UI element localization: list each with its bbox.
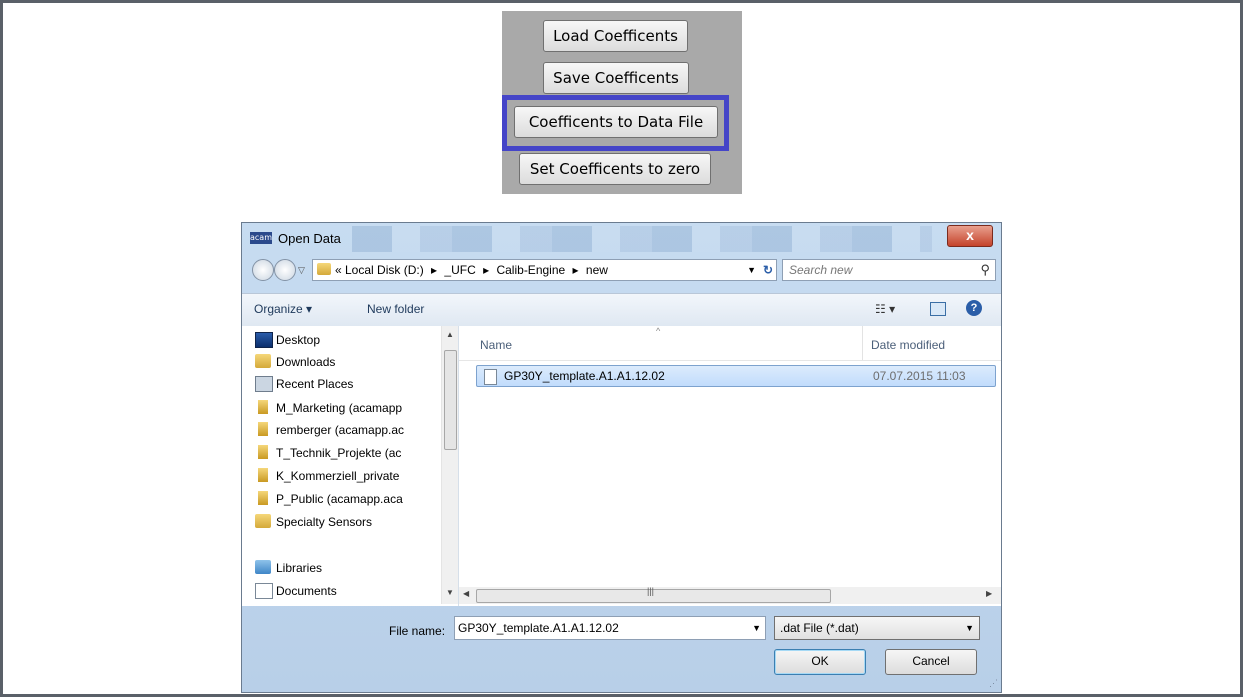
navigation-pane: Desktop Downloads Recent Places M_Market… — [242, 326, 459, 606]
nav-item-k-kommerziell[interactable]: K_Kommerziell_private — [258, 467, 400, 489]
close-button[interactable]: x — [947, 225, 993, 247]
file-type-value: .dat File (*.dat) — [780, 621, 859, 635]
breadcrumb-separator[interactable]: ▸ — [573, 263, 579, 277]
nav-item-label: Documents — [276, 584, 337, 598]
breadcrumb-separator[interactable]: ▸ — [483, 263, 489, 277]
nav-item-m-marketing[interactable]: M_Marketing (acamapp — [258, 399, 403, 421]
preview-pane-icon[interactable] — [930, 302, 946, 316]
nav-item-downloads[interactable]: Downloads — [255, 353, 336, 375]
file-type-select[interactable]: .dat File (*.dat) ▼ — [774, 616, 980, 640]
file-list-pane: ^ Name Date modified GP30Y_template.A1.A… — [459, 326, 1001, 606]
recent-locations-dropdown[interactable]: ▽ — [298, 265, 305, 276]
file-row[interactable]: GP30Y_template.A1.A1.12.02 07.07.2015 11… — [476, 365, 996, 387]
back-button[interactable] — [252, 259, 274, 281]
app-icon: acam — [250, 232, 272, 244]
scroll-thumb[interactable] — [444, 350, 457, 450]
desktop-icon — [255, 332, 273, 348]
file-name-input[interactable]: GP30Y_template.A1.A1.12.02 ▼ — [454, 616, 766, 640]
folder-icon — [317, 263, 331, 275]
nav-item-p-public[interactable]: P_Public (acamapp.aca — [258, 490, 403, 512]
scroll-left-icon[interactable]: ◀ — [463, 589, 469, 598]
scroll-right-icon[interactable]: ▶ — [986, 589, 992, 598]
file-name: GP30Y_template.A1.A1.12.02 — [504, 369, 665, 383]
recent-places-icon — [255, 376, 273, 392]
column-header-row: ^ Name Date modified — [459, 326, 1001, 361]
nav-item-label: remberger (acamapp.ac — [276, 423, 405, 437]
search-placeholder: Search new — [789, 263, 853, 277]
nav-item-label: P_Public (acamapp.aca — [276, 492, 403, 506]
save-coefficients-button[interactable]: Save Coefficents — [543, 62, 689, 94]
address-bar[interactable]: « Local Disk (D:) ▸ _UFC ▸ Calib-Engine … — [312, 259, 777, 281]
search-input[interactable]: Search new ⚲ — [782, 259, 996, 281]
dialog-title: Open Data — [278, 231, 341, 246]
set-coefficients-to-zero-button[interactable]: Set Coefficents to zero — [519, 153, 711, 185]
nav-item-label: Desktop — [276, 333, 321, 347]
nav-scrollbar[interactable]: ▲ ▼ — [441, 326, 458, 604]
scroll-up-icon[interactable]: ▲ — [446, 330, 454, 339]
network-drive-icon — [258, 491, 268, 505]
resize-grip-icon[interactable]: ⋰ — [989, 678, 998, 689]
nav-item-recent-places[interactable]: Recent Places — [255, 375, 354, 397]
network-drive-icon — [258, 445, 268, 459]
downloads-folder-icon — [255, 354, 271, 368]
nav-item-libraries[interactable]: Libraries — [255, 559, 323, 581]
documents-icon — [255, 583, 273, 599]
nav-item-remberger[interactable]: remberger (acamapp.ac — [258, 421, 405, 443]
breadcrumb-ufc[interactable]: _UFC — [444, 263, 475, 277]
nav-item-label: Downloads — [276, 355, 336, 369]
network-drive-icon — [258, 400, 268, 414]
address-dropdown-icon[interactable]: ▼ — [747, 260, 756, 280]
chevron-down-icon[interactable]: ▼ — [752, 617, 761, 639]
network-drive-icon — [258, 422, 268, 436]
load-coefficients-button[interactable]: Load Coefficents — [543, 20, 688, 52]
scroll-thumb[interactable]: ||| — [476, 586, 831, 603]
breadcrumb-new[interactable]: new — [586, 263, 608, 277]
nav-item-label: Specialty Sensors — [276, 515, 373, 529]
folder-icon — [255, 514, 271, 528]
network-drive-icon — [258, 468, 268, 482]
horizontal-scrollbar[interactable]: ◀ ||| ▶ — [459, 586, 1001, 604]
nav-item-label: Libraries — [276, 561, 323, 575]
breadcrumb: « Local Disk (D:) ▸ _UFC ▸ Calib-Engine … — [335, 260, 612, 280]
ok-button[interactable]: OK — [774, 649, 866, 675]
file-name-label: File name: — [389, 624, 446, 638]
breadcrumb-local-disk[interactable]: « Local Disk (D:) — [335, 263, 424, 277]
forward-button[interactable] — [274, 259, 296, 281]
nav-item-label: Recent Places — [276, 377, 354, 391]
new-folder-button[interactable]: New folder — [367, 302, 424, 316]
column-separator[interactable] — [862, 326, 863, 360]
nav-item-t-technik[interactable]: T_Technik_Projekte (ac — [258, 444, 402, 466]
column-header-date-modified[interactable]: Date modified — [871, 338, 945, 352]
sort-indicator-icon: ^ — [656, 326, 661, 336]
coefficients-to-data-file-button[interactable]: Coefficents to Data File — [514, 106, 718, 138]
libraries-icon — [255, 560, 271, 574]
refresh-icon[interactable]: ↻ — [763, 260, 773, 280]
file-date-modified: 07.07.2015 11:03 — [873, 369, 966, 383]
help-icon[interactable]: ? — [966, 300, 982, 316]
nav-item-specialty-sensors[interactable]: Specialty Sensors — [255, 513, 373, 535]
scroll-down-icon[interactable]: ▼ — [446, 588, 454, 597]
open-data-dialog: acam Open Data x ▽ « Local Disk (D:) ▸ _… — [241, 222, 1002, 693]
cancel-button[interactable]: Cancel — [885, 649, 977, 675]
organize-menu[interactable]: Organize ▾ — [254, 302, 312, 316]
search-icon[interactable]: ⚲ — [980, 262, 990, 278]
title-bar: acam Open Data x — [242, 223, 1001, 253]
chevron-down-icon[interactable]: ▼ — [965, 617, 974, 639]
grip-icon: ||| — [647, 586, 655, 596]
file-icon — [484, 369, 497, 385]
file-name-value: GP30Y_template.A1.A1.12.02 — [458, 621, 619, 635]
nav-item-documents[interactable]: Documents — [255, 582, 337, 604]
nav-item-label: T_Technik_Projekte (ac — [276, 446, 402, 460]
toolbar: Organize ▾ New folder ☷ ▾ ? — [242, 293, 1001, 327]
address-row: ▽ « Local Disk (D:) ▸ _UFC ▸ Calib-Engin… — [242, 255, 1001, 283]
nav-item-desktop[interactable]: Desktop — [255, 331, 321, 353]
breadcrumb-calib-engine[interactable]: Calib-Engine — [496, 263, 565, 277]
column-header-name[interactable]: Name — [480, 338, 512, 352]
nav-item-label: M_Marketing (acamapp — [276, 401, 403, 415]
view-options-icon[interactable]: ☷ ▾ — [875, 302, 895, 316]
nav-item-label: K_Kommerziell_private — [276, 469, 400, 483]
breadcrumb-separator[interactable]: ▸ — [431, 263, 437, 277]
